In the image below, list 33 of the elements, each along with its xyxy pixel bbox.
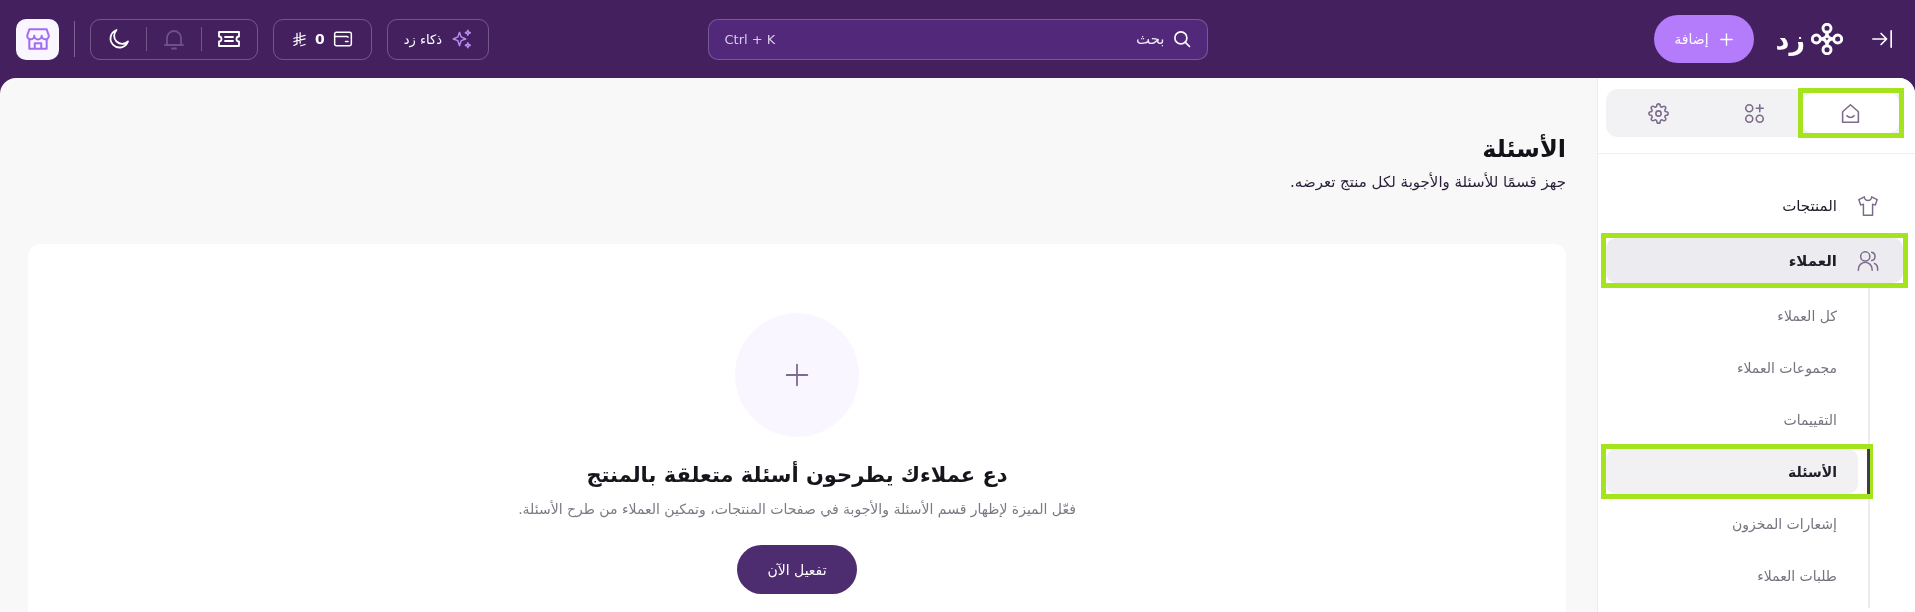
house-icon bbox=[1840, 102, 1862, 124]
store-button[interactable] bbox=[16, 18, 59, 60]
arrow-bar-icon[interactable] bbox=[1871, 28, 1893, 50]
page-title: الأسئلة bbox=[1482, 133, 1566, 165]
nav-subitem[interactable]: الأسئلة bbox=[1606, 449, 1858, 494]
store-icon bbox=[24, 26, 51, 52]
page-subtitle: جهز قسمًا للأسئلة والأجوبة لكل منتج تعرضه. bbox=[1290, 171, 1566, 193]
shirt-icon bbox=[1857, 194, 1879, 217]
wallet-icon bbox=[332, 29, 353, 49]
apps-icon bbox=[1744, 102, 1765, 124]
nav-subitem[interactable]: إشعارات المخزون bbox=[1606, 501, 1858, 546]
currency-icon bbox=[292, 31, 307, 47]
search-input[interactable]: بحث bbox=[783, 30, 1165, 48]
shortcut-hint: Ctrl + K bbox=[724, 31, 776, 47]
ai-button[interactable]: ذكاء زد bbox=[386, 18, 489, 60]
moon-icon[interactable] bbox=[107, 27, 131, 51]
wallet-button[interactable]: 0 bbox=[273, 18, 372, 60]
nav-item[interactable]: العملاء bbox=[1606, 238, 1903, 283]
nav-subitem[interactable]: كل العملاء bbox=[1606, 293, 1858, 338]
settings-icon bbox=[1647, 102, 1669, 124]
nav-item[interactable]: المنتجات bbox=[1606, 183, 1903, 228]
plus-icon bbox=[1718, 31, 1734, 47]
empty-state-title: دع عملاءك يطرحون أسئلة متعلقة بالمنتج bbox=[586, 460, 1008, 489]
nav-subitem[interactable]: مجموعات العملاء bbox=[1606, 345, 1858, 390]
nav-subitem[interactable]: طلبات العملاء bbox=[1606, 553, 1858, 598]
activate-button[interactable]: تفعيل الآن bbox=[737, 545, 857, 594]
users-icon bbox=[1857, 249, 1879, 272]
empty-state-description: فعّل الميزة لإظهار قسم الأسئلة والأجوبة في صفحات المنتجات، وتمكين العملاء من طرح الأسئلة. bbox=[518, 499, 1076, 520]
knot-logo-icon bbox=[1811, 23, 1843, 55]
plus-circle-icon bbox=[735, 313, 859, 437]
search-icon bbox=[1172, 30, 1191, 48]
nav-subitem[interactable]: التقييمات bbox=[1606, 397, 1858, 442]
sparkle-icon bbox=[452, 29, 472, 49]
